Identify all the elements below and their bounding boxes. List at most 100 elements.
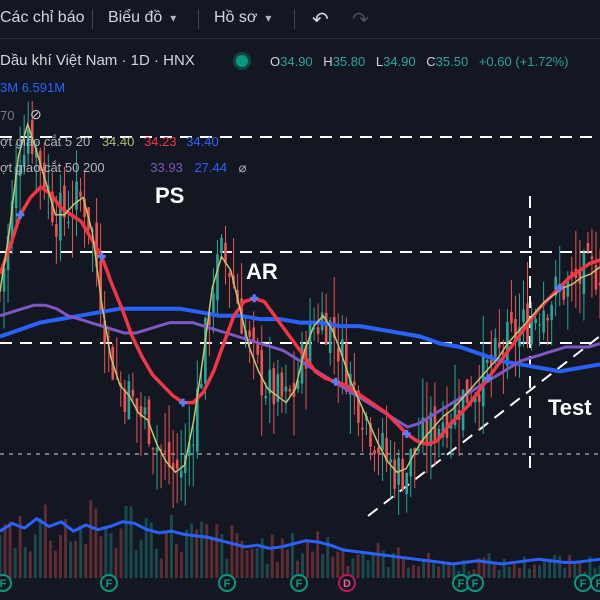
- volume-bar: [164, 531, 168, 578]
- candle-body: [59, 192, 62, 241]
- volume-bar: [89, 500, 93, 578]
- candle-body: [425, 419, 429, 445]
- volume-cut: 3M: [0, 80, 19, 95]
- volume-bar: [215, 524, 219, 578]
- candle-body: [373, 450, 376, 455]
- candle-body: [67, 221, 70, 224]
- volume-bar: [401, 556, 405, 578]
- volume-bar: [200, 521, 204, 578]
- ma-cross-5-20-label: ợt giao cắt 5 20: [0, 134, 91, 149]
- volume-bar: [13, 548, 17, 578]
- volume-bar: [537, 565, 541, 578]
- volume-bar: [427, 552, 431, 578]
- volume-bar: [235, 533, 239, 578]
- volume-bar: [144, 517, 148, 578]
- candle-body: [155, 447, 159, 452]
- volume-bar: [174, 544, 178, 578]
- volume-bar: [265, 563, 269, 578]
- candle-body: [264, 395, 268, 399]
- change-value: +0.60 (+1.72%): [478, 54, 569, 69]
- candle-body: [542, 310, 545, 333]
- volume-bar: [38, 518, 42, 578]
- volume-bar: [280, 538, 284, 578]
- volume-bar: [23, 546, 27, 578]
- candle-body: [481, 352, 485, 407]
- test-annotation: Test: [548, 395, 592, 420]
- ma-5-line: [0, 121, 600, 474]
- ma-cross-5-20-legend[interactable]: ợt giao cắt 5 20 34.40 34.23 34.40: [0, 134, 219, 149]
- volume-bar: [134, 550, 138, 578]
- volume-bar: [94, 508, 98, 578]
- ma20-value: 34.23: [144, 134, 177, 149]
- candle-body: [163, 450, 167, 452]
- ma-cross-50-200-legend[interactable]: ợt giao cắt 50 200 33.93 27.44 ⌀: [0, 160, 246, 176]
- candle-body: [75, 181, 78, 210]
- candle-body: [55, 224, 58, 237]
- volume-bar: [432, 563, 436, 578]
- candle-body: [248, 330, 251, 337]
- volume-bar: [502, 558, 506, 578]
- volume-bar: [275, 562, 279, 578]
- symbol-title[interactable]: Dầu khí Việt Nam · 1D · HNX: [0, 52, 195, 69]
- volume-bar: [543, 560, 547, 578]
- ar-annotation: AR: [246, 259, 278, 284]
- volume-bar: [84, 544, 88, 578]
- candle-body: [494, 338, 497, 358]
- volume-bar: [492, 564, 496, 578]
- volume-bar: [124, 506, 128, 578]
- candle-body: [200, 383, 203, 389]
- candle-body: [522, 309, 525, 323]
- volume-bar: [3, 524, 7, 578]
- candle-body: [272, 368, 276, 405]
- volume-bar: [270, 534, 274, 578]
- financials-badge[interactable]: F: [290, 574, 308, 592]
- financials-badge[interactable]: F: [100, 574, 118, 592]
- volume-bar: [316, 531, 320, 578]
- ohlc-readout: O34.90 H35.80 L34.90 C35.50 +0.60 (+1.72…: [270, 54, 575, 69]
- volume-bar: [129, 506, 133, 578]
- eye-off-icon[interactable]: ⊘: [30, 106, 42, 123]
- ma-cross-value: 34.40: [186, 134, 219, 149]
- volume-bar: [497, 570, 501, 578]
- volume-bar: [311, 551, 315, 578]
- volume-bar: [306, 540, 310, 578]
- dividend-badge[interactable]: D: [338, 574, 356, 592]
- financials-badge[interactable]: F: [218, 574, 236, 592]
- volume-bar: [190, 523, 194, 578]
- volume-bar: [210, 536, 214, 578]
- volume-bar: [411, 564, 415, 578]
- candle-body: [534, 318, 537, 324]
- volume-bar: [331, 556, 335, 578]
- price-chart[interactable]: PS AR Test: [0, 0, 600, 600]
- volume-bar: [59, 534, 63, 578]
- volume-bar: [245, 550, 249, 578]
- candle-body: [546, 317, 549, 321]
- volume-bar: [28, 551, 32, 578]
- volume-bar: [109, 533, 113, 578]
- candle-body: [538, 324, 541, 326]
- candle-body: [510, 311, 513, 324]
- candle-body: [336, 348, 340, 362]
- candle-body: [143, 407, 147, 415]
- volume-bar: [119, 528, 123, 578]
- candle-body: [127, 381, 131, 420]
- open-key: O: [270, 54, 281, 69]
- volume-bar: [205, 524, 209, 578]
- volume-bar: [114, 547, 118, 578]
- ma200-value: 27.44: [194, 160, 227, 175]
- volume-bar: [532, 564, 536, 578]
- financials-badge[interactable]: F: [466, 574, 484, 592]
- volume-bar: [512, 563, 516, 578]
- volume-bar: [185, 529, 189, 578]
- candle-body: [131, 389, 135, 397]
- volume-bar: [64, 519, 68, 578]
- volume-bar: [568, 554, 572, 578]
- candle-body: [361, 427, 364, 430]
- volume-bar: [553, 555, 557, 578]
- candle-body: [288, 388, 292, 392]
- volume-bar: [154, 548, 158, 578]
- volume-bar: [361, 553, 365, 578]
- volume-bar: [255, 547, 259, 578]
- ma50-value: 33.93: [150, 160, 183, 175]
- volume-bar: [99, 536, 103, 578]
